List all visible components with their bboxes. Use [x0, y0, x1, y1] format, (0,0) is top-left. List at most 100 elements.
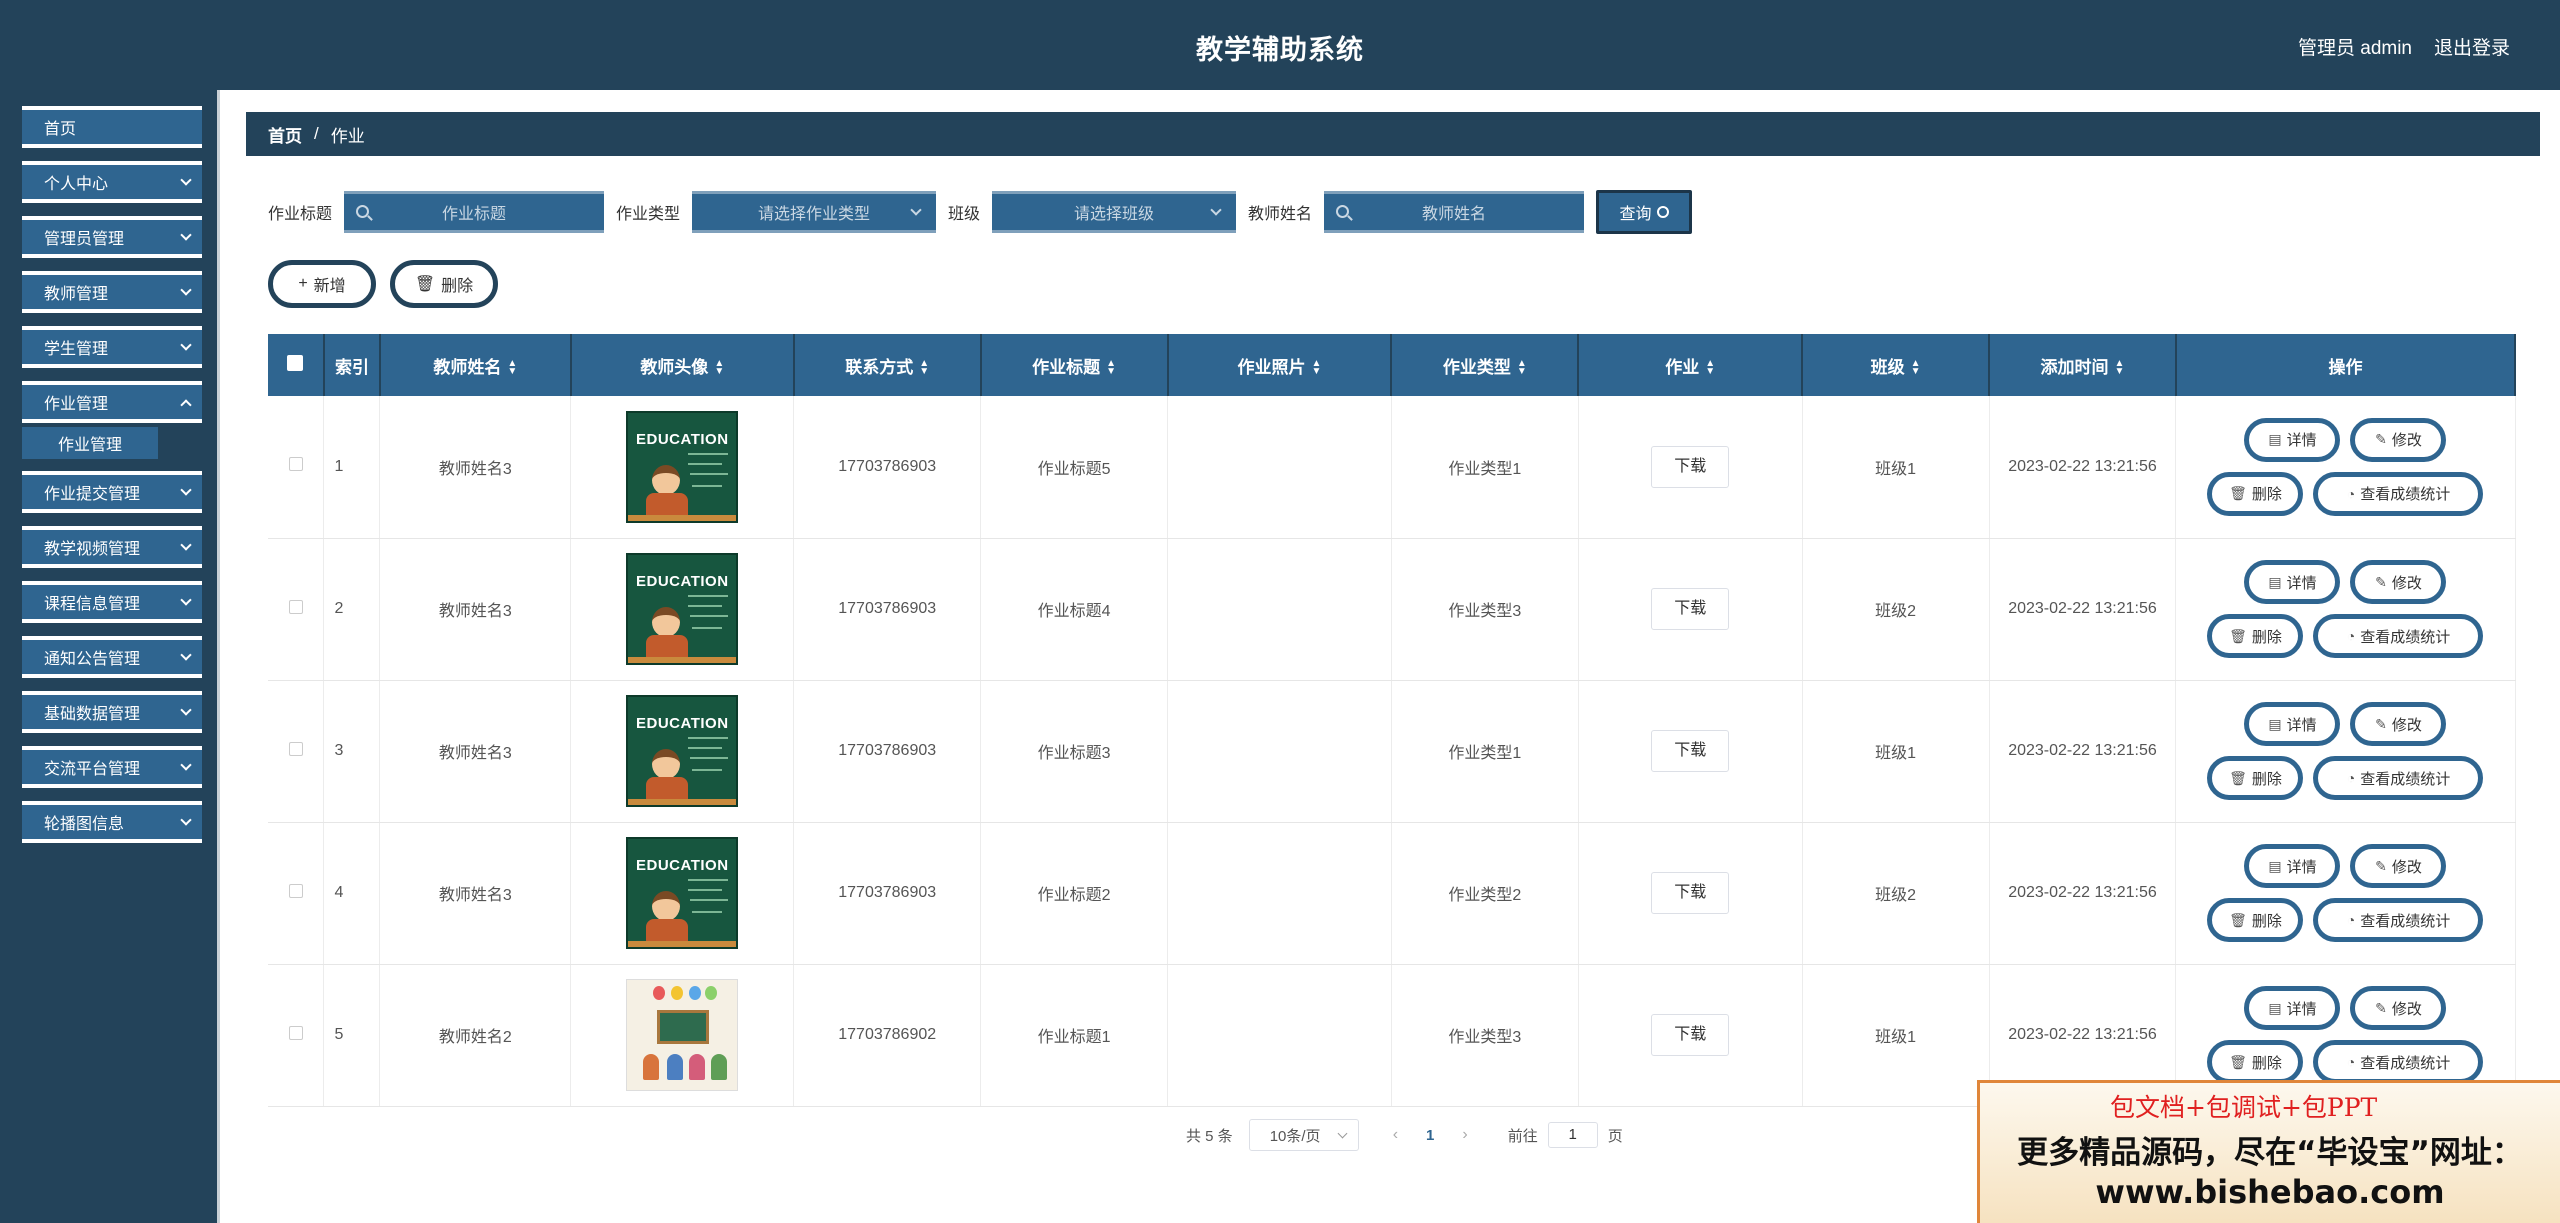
- view-stats-button[interactable]: ◔ 查看成绩统计: [2313, 756, 2484, 800]
- select-all-header[interactable]: [268, 334, 325, 396]
- download-button[interactable]: 下载: [1651, 872, 1730, 914]
- sidebar-item-forum[interactable]: 交流平台管理: [22, 746, 202, 788]
- breadcrumb-home[interactable]: 首页: [268, 122, 302, 147]
- sort-icon[interactable]: ▲ ▼: [919, 359, 929, 377]
- homework-title-cell: 作业标题3: [980, 680, 1169, 823]
- row-select-cell[interactable]: [268, 822, 325, 965]
- add-button[interactable]: + 新增: [268, 260, 376, 308]
- sidebar-item-homework[interactable]: 作业管理: [22, 381, 202, 423]
- title-search-input[interactable]: 作业标题: [344, 191, 605, 233]
- teacher-search-input[interactable]: 教师姓名: [1324, 191, 1585, 233]
- download-button[interactable]: 下载: [1651, 588, 1730, 630]
- row-checkbox[interactable]: [288, 741, 303, 756]
- batch-delete-button[interactable]: 🗑 删除: [390, 260, 498, 308]
- sidebar-item-basedata[interactable]: 基础数据管理: [22, 691, 202, 733]
- sidebar-item-label: 个人中心: [44, 176, 109, 193]
- view-stats-button[interactable]: ◔ 查看成绩统计: [2313, 898, 2484, 942]
- row-select-cell[interactable]: [268, 538, 325, 681]
- row-select-cell[interactable]: [268, 396, 325, 539]
- sort-icon[interactable]: ▲ ▼: [1312, 359, 1322, 377]
- detail-button[interactable]: ▤ 详情: [2244, 986, 2341, 1030]
- delete-button[interactable]: 🗑 删除: [2207, 756, 2304, 800]
- avatar-caption: EDUCATION: [635, 857, 729, 874]
- delete-button[interactable]: 🗑 删除: [2207, 1040, 2304, 1084]
- row-select-cell[interactable]: [268, 964, 325, 1107]
- row-checkbox[interactable]: [288, 1025, 303, 1040]
- row-select-cell[interactable]: [268, 680, 325, 823]
- edit-button[interactable]: ✎ 修改: [2350, 844, 2447, 888]
- view-stats-button[interactable]: ◔ 查看成绩统计: [2313, 614, 2484, 658]
- sidebar-item-notices[interactable]: 通知公告管理: [22, 636, 202, 678]
- column-header[interactable]: 教师姓名 ▲ ▼: [379, 334, 572, 396]
- delete-button[interactable]: 🗑 删除: [2207, 614, 2304, 658]
- sort-icon[interactable]: ▲ ▼: [714, 359, 724, 377]
- sidebar-item-students[interactable]: 学生管理: [22, 326, 202, 368]
- column-header[interactable]: 作业标题 ▲ ▼: [980, 334, 1169, 396]
- sidebar-item-courses[interactable]: 课程信息管理: [22, 581, 202, 623]
- delete-button[interactable]: 🗑 删除: [2207, 898, 2304, 942]
- view-stats-button[interactable]: ◔ 查看成绩统计: [2313, 1040, 2484, 1084]
- row-checkbox[interactable]: [288, 599, 303, 614]
- added-time-cell: 2023-02-22 13:21:56: [1989, 680, 2177, 823]
- sort-icon[interactable]: ▲ ▼: [2115, 359, 2125, 377]
- type-select[interactable]: 请选择作业类型: [692, 191, 937, 233]
- teacher-avatar: [626, 979, 739, 1091]
- sidebar-item-videos[interactable]: 教学视频管理: [22, 526, 202, 568]
- app-title: 教学辅助系统: [1196, 35, 1364, 65]
- class-select[interactable]: 请选择班级: [992, 191, 1237, 233]
- edit-button[interactable]: ✎ 修改: [2350, 702, 2447, 746]
- sidebar-item-submissions[interactable]: 作业提交管理: [22, 471, 202, 513]
- column-header[interactable]: 作业类型 ▲ ▼: [1391, 334, 1580, 396]
- edit-button[interactable]: ✎ 修改: [2350, 560, 2447, 604]
- page-size-value: 10条/页: [1269, 1127, 1321, 1145]
- download-button[interactable]: 下载: [1651, 730, 1730, 772]
- select-all-checkbox[interactable]: [287, 354, 304, 371]
- table-row: 3 教师姓名3 EDUCATION 17703786903 作业标题3 作业类型1 下载 班级…: [268, 680, 2516, 823]
- detail-button[interactable]: ▤ 详情: [2244, 417, 2341, 462]
- edit-button[interactable]: ✎ 修改: [2350, 417, 2447, 462]
- column-header[interactable]: 作业照片 ▲ ▼: [1167, 334, 1393, 396]
- detail-button[interactable]: ▤ 详情: [2244, 702, 2341, 746]
- query-button[interactable]: 查询: [1596, 190, 1693, 234]
- sort-icon[interactable]: ▲ ▼: [1517, 359, 1527, 377]
- sidebar-item-personal[interactable]: 个人中心: [22, 161, 202, 203]
- sidebar-item-admins[interactable]: 管理员管理: [22, 216, 202, 258]
- next-page-icon[interactable]: ›: [1462, 1126, 1467, 1144]
- download-button[interactable]: 下载: [1651, 445, 1730, 488]
- table-row: 4 教师姓名3 EDUCATION 17703786903 作业标题2 作业类型2 下载 班级…: [268, 822, 2516, 965]
- sidebar-item-teachers[interactable]: 教师管理: [22, 271, 202, 313]
- column-header[interactable]: 添加时间 ▲ ▼: [1989, 334, 2177, 396]
- detail-button[interactable]: ▤ 详情: [2244, 560, 2341, 604]
- homework-title-cell: 作业标题4: [980, 538, 1169, 681]
- teacher-name-cell: 教师姓名3: [379, 538, 572, 681]
- sidebar-item-carousel[interactable]: 轮播图信息: [22, 801, 202, 843]
- sort-icon[interactable]: ▲ ▼: [1106, 359, 1116, 377]
- chevron-down-icon: [1210, 204, 1222, 216]
- sidebar-subitem-homework[interactable]: 作业管理: [22, 427, 158, 459]
- sidebar-item-label: 交流平台管理: [44, 761, 141, 778]
- column-header[interactable]: 联系方式 ▲ ▼: [793, 334, 982, 396]
- sort-icon[interactable]: ▲ ▼: [1705, 359, 1715, 377]
- prev-page-icon[interactable]: ‹: [1393, 1126, 1398, 1144]
- detail-button[interactable]: ▤ 详情: [2244, 844, 2341, 888]
- view-stats-button[interactable]: ◔ 查看成绩统计: [2313, 471, 2484, 516]
- column-header[interactable]: 作业 ▲ ▼: [1578, 334, 1804, 396]
- table-header-row: 索引 教师姓名 ▲ ▼ 教师头像 ▲ ▼ 联系方式 ▲ ▼ 作业标题 ▲ ▼ 作业照片 ▲ ▼ 作业…: [268, 334, 2517, 396]
- page-size-select[interactable]: 10条/页: [1248, 1119, 1359, 1151]
- banner-line-3: www.bishebao.com: [2095, 1173, 2445, 1211]
- row-checkbox[interactable]: [288, 457, 303, 472]
- row-checkbox[interactable]: [288, 883, 303, 898]
- column-header[interactable]: 班级 ▲ ▼: [1802, 334, 1991, 396]
- sidebar-item-home[interactable]: 首页: [22, 106, 202, 148]
- page-number[interactable]: 1: [1426, 1127, 1434, 1144]
- sort-icon[interactable]: ▲ ▼: [507, 359, 517, 377]
- column-header[interactable]: 教师头像 ▲ ▼: [570, 334, 795, 396]
- chevron-down-icon: [180, 704, 192, 716]
- delete-button[interactable]: 🗑 删除: [2207, 471, 2304, 516]
- sort-icon[interactable]: ▲ ▼: [1911, 359, 1921, 377]
- download-button[interactable]: 下载: [1651, 1014, 1730, 1056]
- edit-button[interactable]: ✎ 修改: [2350, 986, 2447, 1030]
- logout-link[interactable]: 退出登录: [2434, 33, 2510, 60]
- goto-page-input[interactable]: 1: [1547, 1122, 1598, 1148]
- pie-chart-icon: ◔: [2346, 628, 2356, 644]
